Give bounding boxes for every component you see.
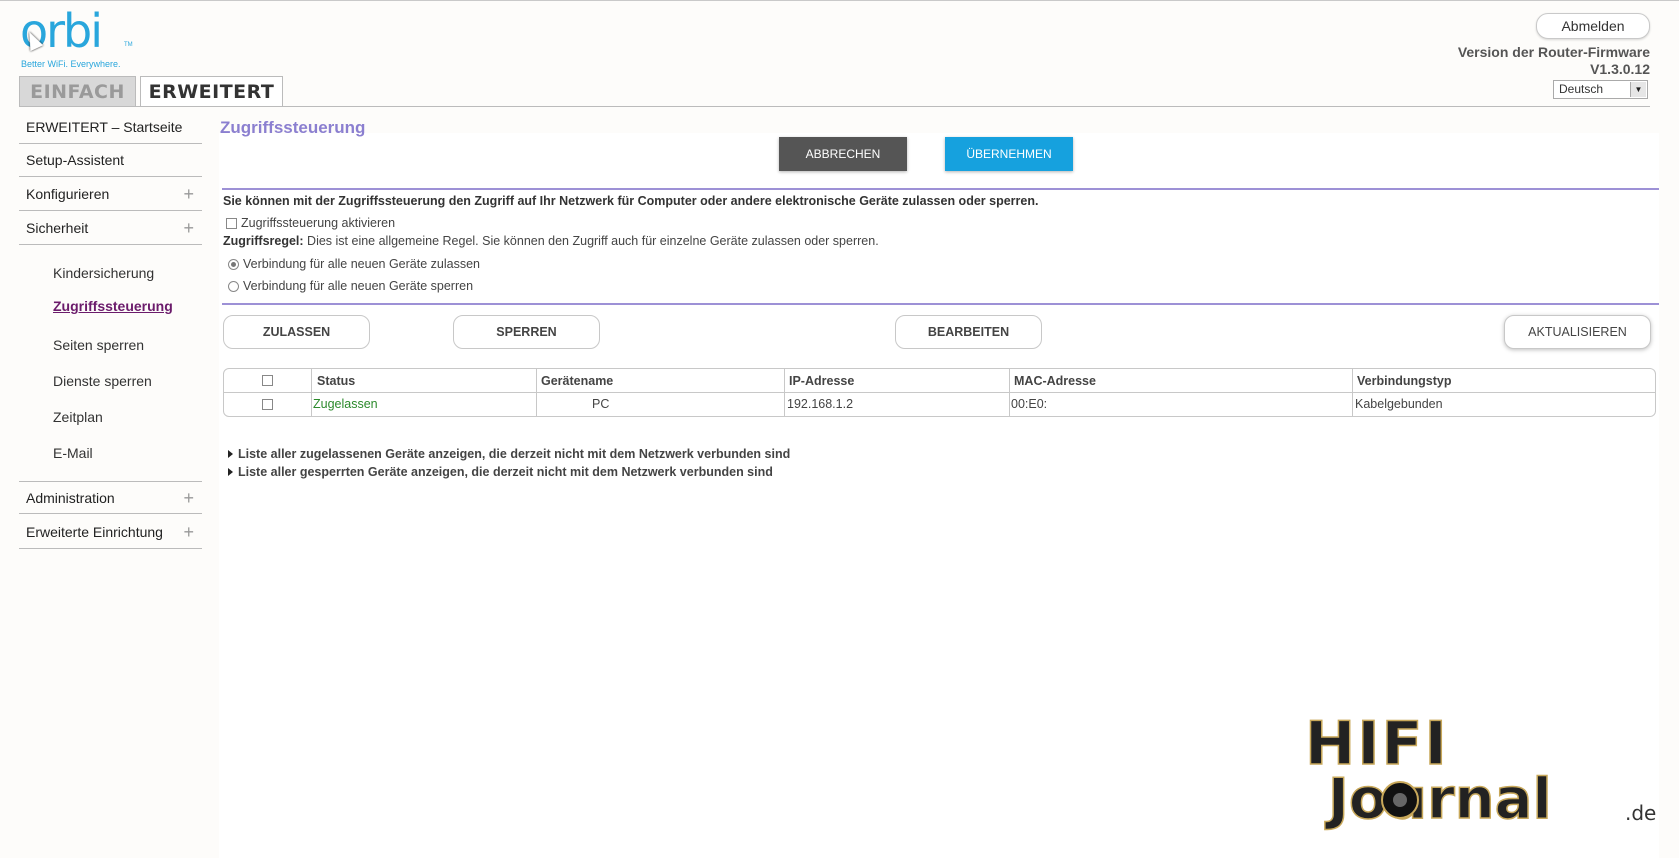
plus-icon[interactable]: +	[183, 482, 194, 515]
hifi-journal-watermark: HIFI Journal .de	[1304, 712, 1656, 832]
sidebar-sub-email[interactable]: E-Mail	[53, 445, 93, 461]
plus-icon[interactable]: +	[183, 516, 194, 549]
expand-allowed-offline[interactable]: Liste aller zugelassenen Geräte anzeigen…	[228, 447, 790, 461]
sidebar-item-setup-wizard[interactable]: Setup-Assistent	[19, 144, 202, 177]
expand-blocked-label: Liste aller gesperrten Geräte anzeigen, …	[238, 465, 773, 479]
expand-allowed-label: Liste aller zugelassenen Geräte anzeigen…	[238, 447, 791, 461]
plus-icon[interactable]: +	[183, 178, 194, 211]
sidebar-item-label: Erweiterte Einrichtung	[26, 524, 163, 540]
language-select[interactable]: Deutsch ▼	[1553, 80, 1648, 99]
radio-button-selected[interactable]	[228, 258, 239, 270]
logo-tagline: Better WiFi. Everywhere.	[21, 59, 121, 69]
device-table: Status Gerätename IP-Adresse MAC-Adresse…	[223, 368, 1656, 417]
watermark-sub: Journal	[1324, 767, 1552, 832]
sidebar-sub-parental-control[interactable]: Kindersicherung	[53, 265, 154, 281]
sidebar-item-label: Konfigurieren	[26, 186, 110, 202]
cell-connection-type: Kabelgebunden	[1355, 397, 1443, 411]
header-device-name: Gerätename	[541, 374, 614, 388]
cell-device-name: PC	[592, 397, 610, 411]
access-rule-description: Dies ist eine allgemeine Regel. Sie könn…	[303, 234, 879, 248]
logo-trademark: TM	[124, 42, 133, 48]
access-rule-text: Zugriffsregel: Dies ist eine allgemeine …	[223, 234, 879, 248]
cell-status: Zugelassen	[313, 397, 378, 411]
expand-triangle-icon	[228, 450, 233, 458]
sidebar-item-label: Administration	[26, 490, 115, 506]
sidebar-item-advanced-setup[interactable]: Erweiterte Einrichtung +	[19, 516, 202, 549]
sidebar-item-advanced-home[interactable]: ERWEITERT – Startseite	[19, 111, 202, 144]
refresh-button[interactable]: AKTUALISIEREN	[1504, 315, 1651, 349]
logout-button[interactable]: Abmelden	[1536, 13, 1650, 39]
language-value: Deutsch	[1559, 82, 1604, 96]
enable-checkbox[interactable]	[226, 217, 237, 229]
sidebar-sub-access-control[interactable]: Zugriffssteuerung	[53, 298, 173, 314]
edit-button[interactable]: BEARBEITEN	[895, 315, 1042, 349]
block-button[interactable]: SPERREN	[453, 315, 600, 349]
sidebar-item-administration[interactable]: Administration +	[19, 481, 202, 514]
top-border	[0, 0, 1679, 1]
apply-button[interactable]: ÜBERNEHMEN	[945, 137, 1073, 171]
radio-block-label: Verbindung für alle neuen Geräte sperren	[243, 279, 474, 293]
sidebar-sub-block-sites[interactable]: Seiten sperren	[53, 337, 144, 353]
sidebar-item-label: ERWEITERT – Startseite	[26, 119, 183, 135]
page-title: Zugriffssteuerung	[220, 118, 366, 137]
enable-label: Zugriffssteuerung aktivieren	[241, 216, 396, 230]
cancel-button[interactable]: ABBRECHEN	[779, 137, 907, 171]
firmware-version: V1.3.0.12	[1590, 61, 1650, 77]
plus-icon[interactable]: +	[183, 212, 194, 245]
header-ip: IP-Adresse	[789, 374, 855, 388]
chevron-down-icon[interactable]: ▼	[1630, 82, 1646, 97]
tab-simple[interactable]: EINFACH	[19, 76, 136, 106]
header-status: Status	[317, 374, 356, 388]
radio-allow-label: Verbindung für alle neuen Geräte zulasse…	[243, 257, 480, 271]
radio-button[interactable]	[228, 280, 239, 292]
access-rule-label: Zugriffsregel:	[223, 234, 304, 248]
sidebar-item-configure[interactable]: Konfigurieren +	[19, 178, 202, 211]
enable-access-control[interactable]: Zugriffssteuerung aktivieren	[226, 216, 395, 230]
radio-block-new[interactable]: Verbindung für alle neuen Geräte sperren	[228, 279, 473, 293]
cell-mac: 00:E0:	[1011, 397, 1048, 411]
watermark-tld: .de	[1625, 801, 1656, 825]
tab-divider	[19, 106, 1650, 107]
select-all-checkbox[interactable]	[262, 375, 273, 386]
expand-blocked-offline[interactable]: Liste aller gesperrten Geräte anzeigen, …	[228, 465, 773, 479]
expand-triangle-icon	[228, 468, 233, 476]
intro-text: Sie können mit der Zugriffssteuerung den…	[223, 194, 1039, 208]
header-connection-type: Verbindungstyp	[1357, 374, 1452, 388]
sidebar-sub-schedule[interactable]: Zeitplan	[53, 409, 103, 425]
section-divider	[222, 188, 1659, 190]
cell-ip: 192.168.1.2	[787, 397, 854, 411]
allow-button[interactable]: ZULASSEN	[223, 315, 370, 349]
sidebar-sub-block-services[interactable]: Dienste sperren	[53, 373, 152, 389]
sidebar-item-security[interactable]: Sicherheit +	[19, 212, 202, 245]
sidebar-item-label: Setup-Assistent	[26, 152, 125, 168]
radio-allow-new[interactable]: Verbindung für alle neuen Geräte zulasse…	[228, 257, 480, 271]
tab-advanced[interactable]: ERWEITERT	[140, 76, 283, 107]
sidebar-item-label: Sicherheit	[26, 220, 89, 236]
row-checkbox[interactable]	[262, 399, 273, 410]
section-divider	[222, 303, 1659, 305]
firmware-label: Version der Router-Firmware	[1457, 44, 1650, 60]
header-mac: MAC-Adresse	[1014, 374, 1096, 388]
